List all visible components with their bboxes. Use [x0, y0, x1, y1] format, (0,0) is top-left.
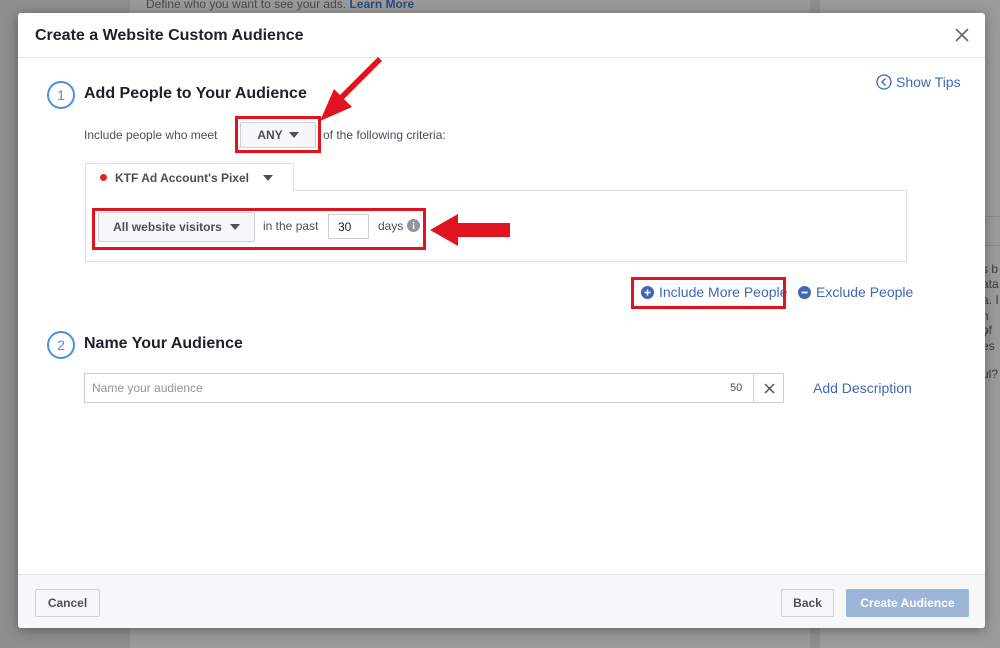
- criteria-suffix: of the following criteria:: [323, 128, 446, 142]
- cancel-button[interactable]: Cancel: [35, 589, 100, 617]
- audience-name-input[interactable]: [85, 374, 725, 402]
- pixel-label: KTF Ad Account's Pixel: [115, 170, 249, 185]
- close-icon: [763, 382, 775, 394]
- close-icon: [955, 28, 969, 42]
- modal-header: Create a Website Custom Audience: [18, 13, 985, 58]
- chevron-left-circle-icon: [876, 74, 892, 90]
- add-description-link[interactable]: Add Description: [813, 380, 912, 396]
- show-tips-label: Show Tips: [896, 74, 961, 90]
- close-button[interactable]: [951, 24, 973, 46]
- add-description-label: Add Description: [813, 380, 912, 396]
- step-2-circle: 2: [47, 331, 75, 359]
- exclude-label: Exclude People: [816, 284, 914, 300]
- minus-circle-icon: [798, 285, 811, 299]
- criteria-prefix: Include people who meet: [84, 128, 218, 142]
- step-1-title: Add People to Your Audience: [84, 85, 307, 102]
- modal-footer: Cancel Back Create Audience: [18, 574, 985, 628]
- pixel-selector[interactable]: KTF Ad Account's Pixel: [85, 163, 294, 191]
- background-description: Define who you want to see your ads.: [146, 0, 347, 11]
- annotation-box-any: [235, 116, 321, 153]
- back-button[interactable]: Back: [781, 589, 834, 617]
- annotation-box-visitors: [92, 208, 426, 250]
- step-1-circle: 1: [47, 81, 75, 109]
- background-learn-more-link[interactable]: Learn More: [349, 0, 414, 11]
- clear-name-button[interactable]: [753, 374, 784, 402]
- annotation-arrow-left-icon: [430, 214, 510, 246]
- modal-title: Create a Website Custom Audience: [35, 27, 304, 44]
- annotation-arrow-down-left-icon: [320, 57, 382, 121]
- show-tips-link[interactable]: Show Tips: [876, 74, 961, 90]
- step-2-title: Name Your Audience: [84, 335, 243, 352]
- char-count: 50: [730, 382, 743, 394]
- audience-name-field: 50: [84, 373, 784, 403]
- background-top-text: Define who you want to see your ads. Lea…: [146, 0, 414, 11]
- custom-audience-modal: Create a Website Custom Audience Show Ti…: [18, 13, 985, 628]
- pixel-status-dot: [100, 174, 107, 181]
- create-audience-button[interactable]: Create Audience: [846, 589, 969, 617]
- exclude-people-button[interactable]: Exclude People: [798, 284, 913, 300]
- annotation-box-include-more: [631, 277, 786, 309]
- caret-down-icon: [262, 174, 273, 181]
